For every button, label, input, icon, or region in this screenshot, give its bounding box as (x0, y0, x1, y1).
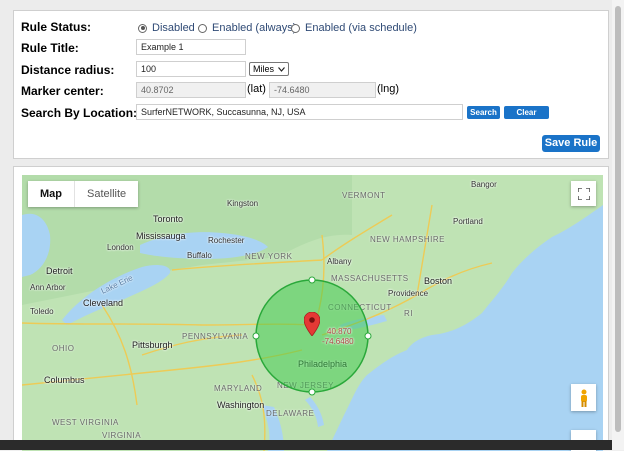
status-enabled-schedule-radio[interactable]: Enabled (via schedule) (291, 22, 417, 34)
search-button[interactable]: Search (467, 106, 500, 119)
rule-title-label: Rule Title: (21, 41, 79, 55)
page-scrollbar[interactable] (612, 0, 624, 450)
radio-unselected-icon (198, 23, 207, 33)
radio-selected-icon (138, 23, 147, 33)
marker-latitude-label: 40.870 (327, 327, 352, 336)
map-tab-satellite[interactable]: Satellite (74, 181, 138, 207)
rule-title-input[interactable]: Example 1 (136, 39, 246, 55)
chevron-down-icon (278, 66, 285, 72)
latitude-input[interactable]: 40.8702 (136, 82, 246, 98)
longitude-input[interactable]: -74.6480 (269, 82, 376, 98)
search-location-input[interactable]: SurferNETWORK, Succasunna, NJ, USA (136, 104, 463, 120)
status-enabled-always-radio[interactable]: Enabled (always) (198, 22, 296, 34)
search-location-label: Search By Location: (21, 106, 138, 120)
marker-center-label: Marker center: (21, 84, 104, 98)
map-marker-icon[interactable] (304, 312, 320, 336)
status-disabled-radio[interactable]: Disabled (138, 22, 195, 34)
map-panel: Bangor VERMONT Kingston Toronto Mississa… (13, 166, 609, 451)
page: Rule Status: Disabled Enabled (always) E… (0, 0, 624, 451)
clear-area-button[interactable]: Clear Area (504, 106, 549, 130)
distance-radius-label: Distance radius: (21, 63, 115, 77)
distance-unit-select[interactable]: Miles (249, 62, 290, 76)
radio-unselected-icon (291, 23, 300, 33)
pegman-icon (580, 389, 587, 407)
taskbar (0, 440, 612, 450)
longitude-unit-label: (lng) (377, 83, 400, 95)
rule-status-label: Rule Status: (21, 20, 92, 34)
save-rule-button[interactable]: Save Rule (542, 135, 600, 152)
scrollbar-thumb[interactable] (615, 6, 621, 432)
map-tab-map[interactable]: Map (28, 181, 74, 207)
map-type-control: Map Satellite (28, 181, 139, 207)
distance-radius-input[interactable]: 100 (136, 61, 246, 77)
map-canvas[interactable]: Bangor VERMONT Kingston Toronto Mississa… (22, 175, 603, 451)
rule-form-panel: Rule Status: Disabled Enabled (always) E… (13, 10, 609, 159)
distance-unit-value: Miles (253, 64, 275, 74)
status-enabled-always-label: Enabled (always) (212, 22, 297, 34)
status-disabled-label: Disabled (152, 22, 195, 34)
fullscreen-button[interactable] (571, 181, 596, 206)
street-view-button[interactable] (571, 384, 596, 411)
status-enabled-schedule-label: Enabled (via schedule) (305, 22, 417, 34)
fullscreen-icon (577, 187, 590, 200)
latitude-unit-label: (lat) (247, 83, 266, 95)
marker-longitude-label: -74.6480 (322, 337, 354, 346)
